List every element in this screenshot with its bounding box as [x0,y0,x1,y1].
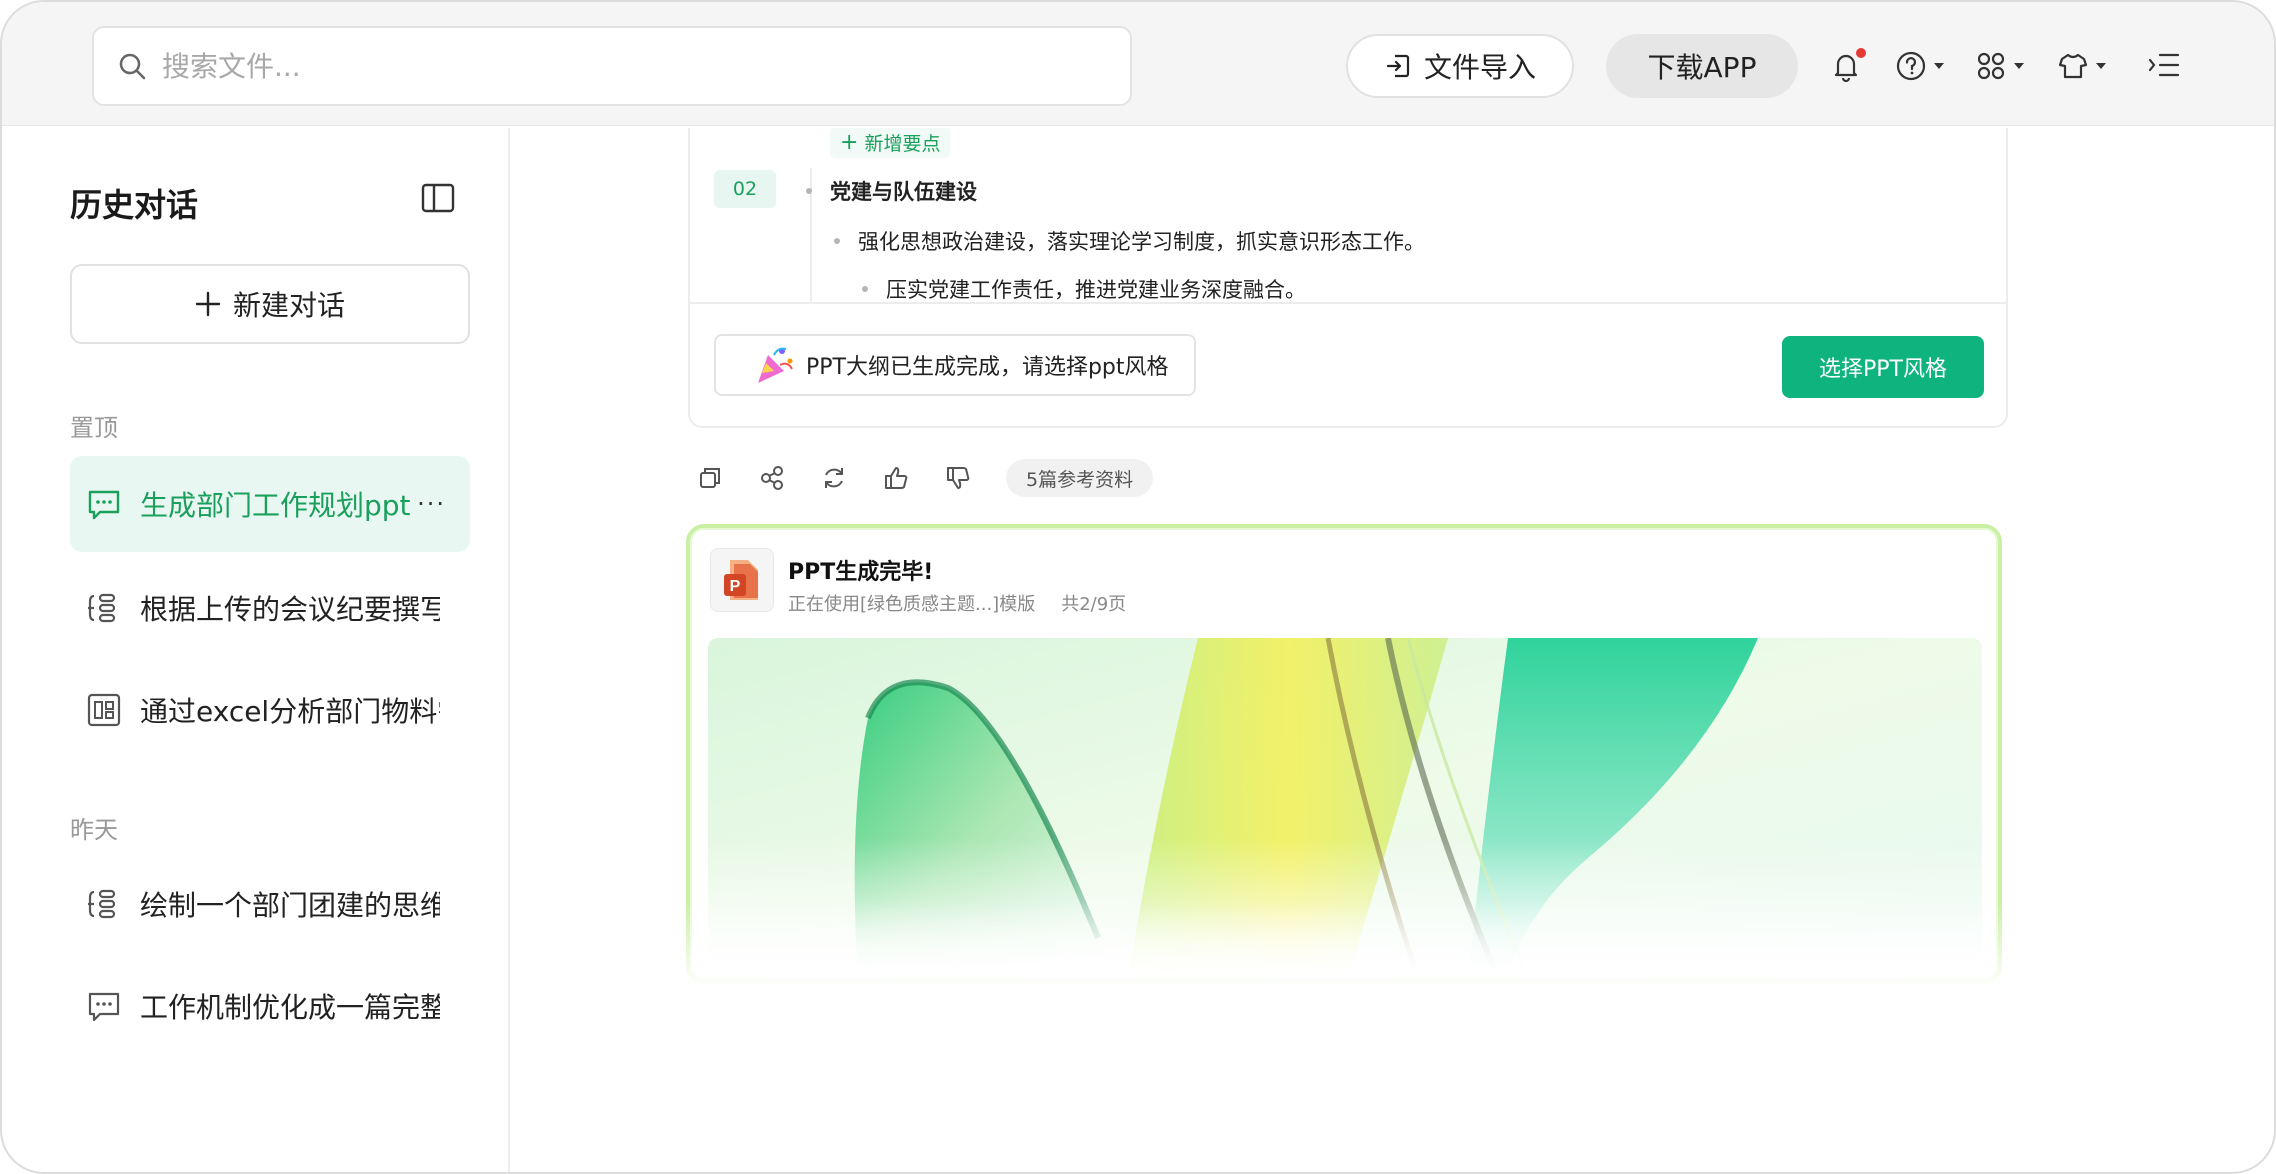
chat-item[interactable]: 生成部门工作规划ppt ··· [70,456,470,552]
ppt-file-icon: P [710,548,774,612]
chevron-down-icon [2014,63,2024,69]
outline-point-text: 强化思想政治建设，落实理论学习制度，抓实意识形态工作。 [858,230,1425,254]
message-actions: 5篇参考资料 [696,458,1154,498]
ppt-result-title: PPT生成完毕! [788,560,934,585]
new-chat-label: 新建对话 [232,289,345,322]
outline-content: + 新增要点 02 党建与队伍建设 强化思想政治建设，落实理论学习制度，抓实意识… [690,128,2006,304]
sidebar-title: 历史对话 [70,186,199,224]
chat-item[interactable]: 根据上传的会议纪要撰写... [70,560,470,656]
bullet-dot [834,238,840,244]
plus-icon: + [840,129,859,155]
file-import-label: 文件导入 [1423,51,1536,84]
ppt-outline-card: + 新增要点 02 党建与队伍建设 强化思想政治建设，落实理论学习制度，抓实意识… [688,128,2008,428]
refresh-icon[interactable] [820,464,848,492]
expand-menu-button[interactable] [2146,46,2182,86]
add-point-label: 新增要点 [864,132,941,155]
chat-item[interactable]: 绘制一个部门团建的思维... [70,856,470,952]
help-menu-button[interactable] [1894,46,1944,86]
download-app-label: 下载APP [1647,51,1757,84]
chat-bubble-icon [88,490,120,520]
mindmap-icon [88,593,116,623]
chat-item-label: 生成部门工作规划ppt [140,489,411,522]
outline-section-title: 党建与队伍建设 [806,176,977,206]
notification-dot [1856,48,1866,58]
choose-ppt-style-button[interactable]: 选择PPT风格 [1782,336,1984,398]
file-import-button[interactable]: 文件导入 [1346,34,1574,98]
bullet-dot [806,188,812,194]
search-icon [119,53,146,80]
chevron-down-icon [1934,63,1944,69]
chevron-down-icon [2096,63,2106,69]
chat-item-label: 根据上传的会议纪要撰写... [140,593,440,626]
top-bar: 文件导入 下载APP [2,2,2274,126]
section-label-pinned: 置顶 [70,414,118,442]
sidebar-toggle-icon[interactable] [420,180,456,216]
import-icon [1386,54,1410,78]
ppt-result-subtitle: 正在使用[绿色质感主题...]模版 共2/9页 [788,590,1126,616]
outline-point: 压实党建工作责任，推进党建业务深度融合。 [862,274,1306,302]
chat-item[interactable]: 工作机制优化成一篇完整... [70,958,470,1054]
chat-item[interactable]: 通过excel分析部门物料需... [70,662,470,758]
download-app-button[interactable]: 下载APP [1606,34,1798,98]
expand-menu-icon [2148,53,2180,77]
outline-point: 强化思想政治建设，落实理论学习制度，抓实意识形态工作。 [834,226,1425,256]
thumbs-up-icon[interactable] [882,464,910,492]
thumbs-down-icon[interactable] [944,464,972,492]
ppt-file-letter: P [730,578,741,595]
outline-ready-text: PPT大纲已生成完成，请选择ppt风格 [806,355,1169,380]
theme-menu-button[interactable] [2056,46,2106,86]
apps-menu-button[interactable] [1974,46,2024,86]
new-chat-button[interactable]: 新建对话 [70,264,470,344]
history-sidebar: 历史对话 新建对话 置顶 生成部门工作规划ppt ··· 根据上传的会议纪要撰 … [2,128,510,1172]
references-chip[interactable]: 5篇参考资料 [1006,459,1154,497]
app-window: 文件导入 下载APP [0,0,2276,1174]
chat-item-label: 绘制一个部门团建的思维... [140,889,440,922]
outline-section-title-text: 党建与队伍建设 [830,180,977,204]
copy-icon[interactable] [696,464,724,492]
content-fade-overlay [662,902,2022,1002]
ppt-template-text: 正在使用[绿色质感主题...]模版 [788,594,1036,615]
notifications-button[interactable] [1828,46,1866,86]
section-label-yesterday: 昨天 [70,816,118,844]
share-icon[interactable] [758,464,786,492]
outline-ready-notice: PPT大纲已生成完成，请选择ppt风格 [714,334,1196,396]
ppt-pages-text: 共2/9页 [1061,594,1127,615]
search-input[interactable] [162,49,1062,83]
spreadsheet-icon [87,693,121,727]
chat-item-label: 工作机制优化成一篇完整... [140,991,440,1024]
apps-icon [1977,52,2005,80]
party-popper-icon [758,347,793,383]
chat-bubble-icon [88,992,120,1022]
bullet-dot [862,286,868,292]
section-number-badge: 02 [714,170,776,208]
mindmap-icon [88,889,116,919]
outline-point-text: 压实党建工作责任，推进党建业务深度融合。 [886,278,1306,302]
more-options-icon[interactable]: ··· [417,490,446,518]
chat-item-label: 通过excel分析部门物料需... [140,695,440,728]
add-point-button[interactable]: + 新增要点 [830,128,951,158]
plus-icon [195,291,221,317]
help-icon [1896,51,1926,81]
shirt-icon [2058,53,2088,79]
search-box[interactable] [92,26,1132,106]
